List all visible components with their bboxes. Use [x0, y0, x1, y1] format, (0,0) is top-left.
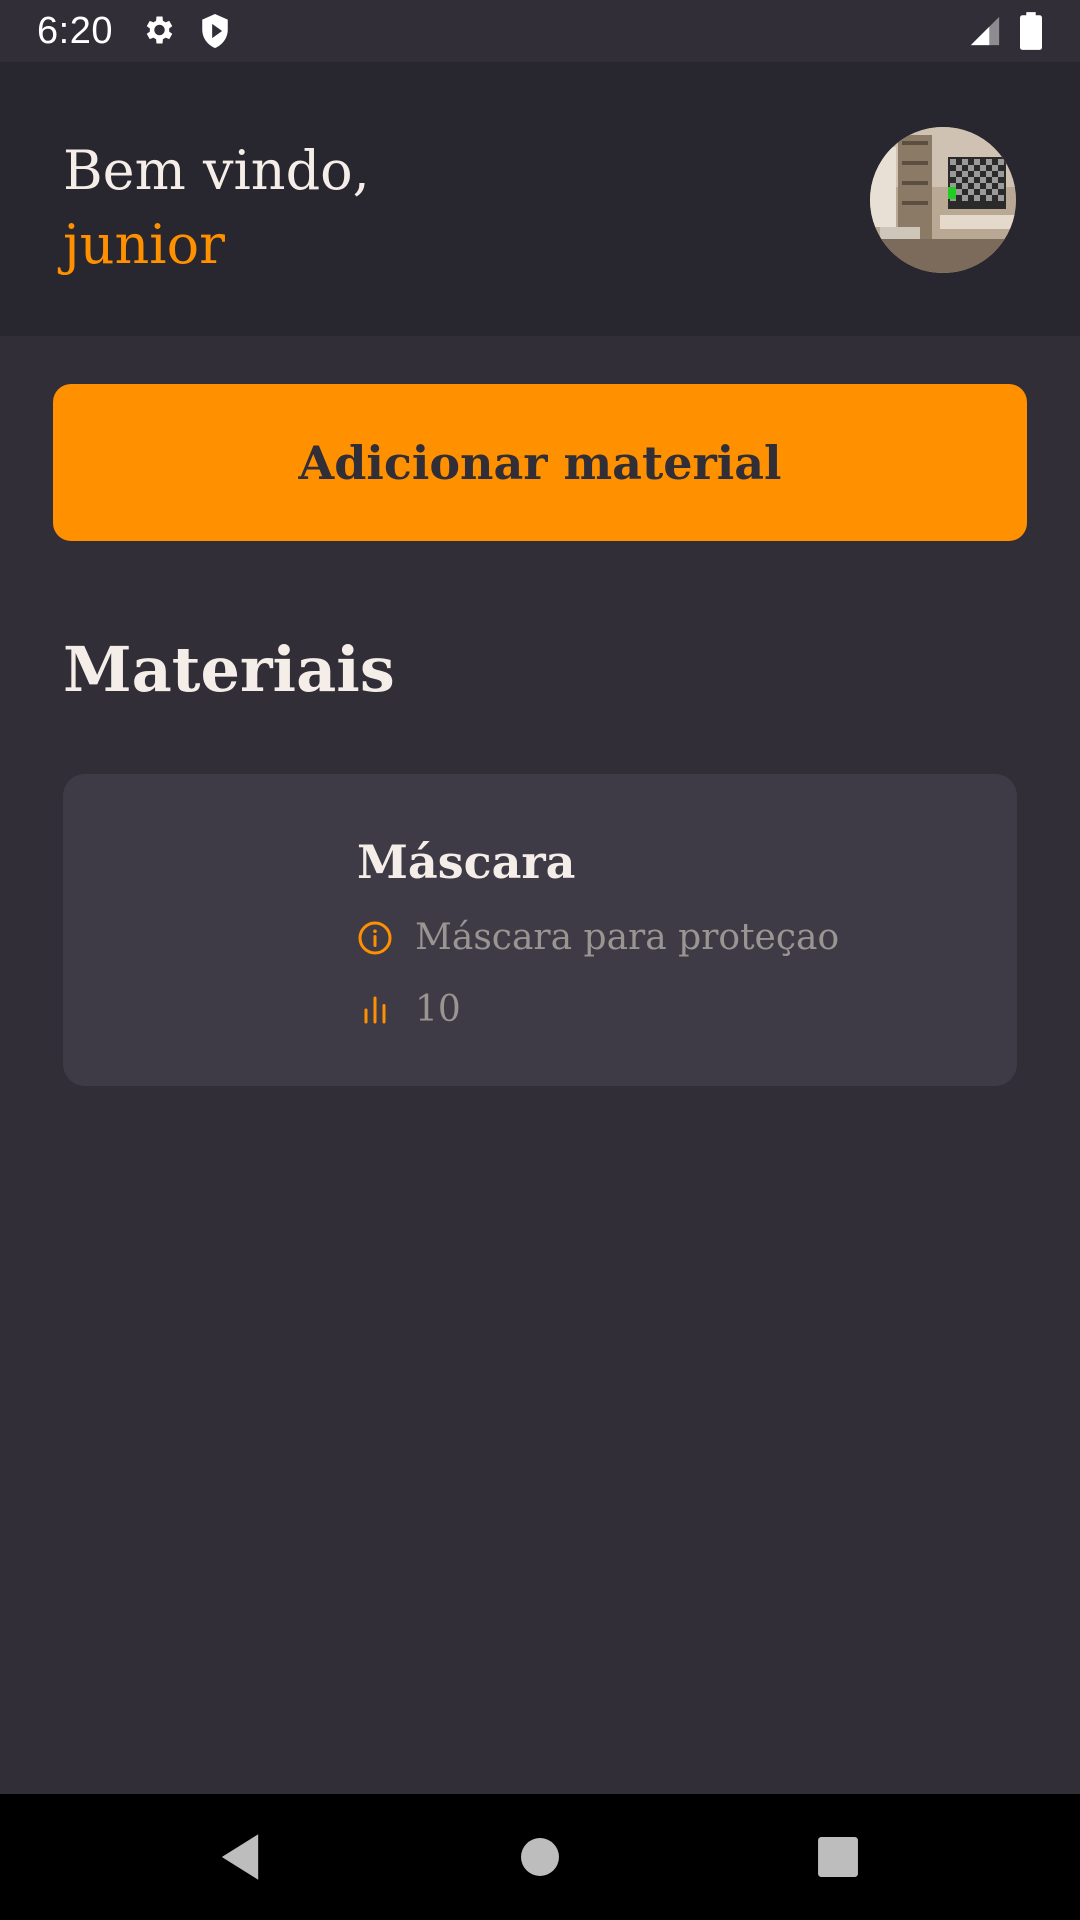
material-description-row: Máscara para proteçao	[357, 914, 839, 962]
material-name: Máscara	[357, 835, 576, 889]
material-description: Máscara para proteçao	[415, 917, 840, 958]
add-material-label: Adicionar material	[298, 435, 782, 490]
greeting-text: Bem vindo,	[63, 139, 370, 202]
home-circle-icon[interactable]	[505, 1822, 575, 1892]
back-triangle-icon[interactable]	[205, 1822, 275, 1892]
shield-play-icon	[198, 12, 232, 55]
header: Bem vindo, junior	[0, 62, 1080, 336]
signal-icon	[968, 14, 1002, 53]
status-time: 6:20	[37, 10, 113, 52]
battery-icon	[1020, 12, 1042, 55]
bar-chart-icon	[357, 992, 393, 1028]
materials-section-title: Materiais	[63, 633, 395, 706]
status-bar: 6:20	[0, 0, 1080, 62]
material-card[interactable]: Máscara Máscara para proteçao 10	[63, 774, 1017, 1086]
system-nav-bar	[0, 1794, 1080, 1920]
app-screen: 6:20 Bem vindo, junior Adicionar materia…	[0, 0, 1080, 1920]
username-text: junior	[63, 213, 225, 276]
recents-square-icon[interactable]	[803, 1822, 873, 1892]
info-icon	[357, 920, 393, 956]
avatar[interactable]	[870, 127, 1016, 273]
gear-icon	[140, 12, 176, 53]
material-quantity: 10	[415, 989, 461, 1030]
material-quantity-row: 10	[357, 986, 461, 1034]
add-material-button[interactable]: Adicionar material	[53, 384, 1027, 541]
